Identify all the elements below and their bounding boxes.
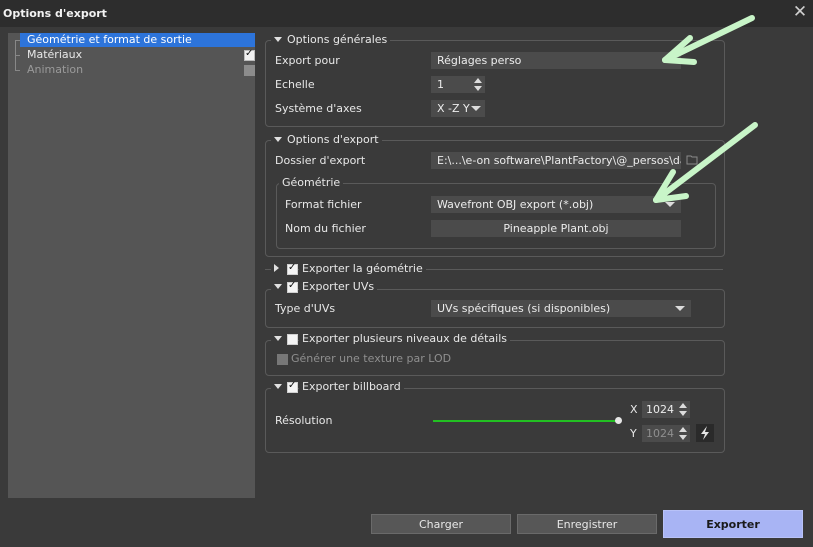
arrow-icon <box>662 15 755 65</box>
arrow-icon <box>653 122 758 203</box>
annotation-overlay <box>653 15 758 203</box>
